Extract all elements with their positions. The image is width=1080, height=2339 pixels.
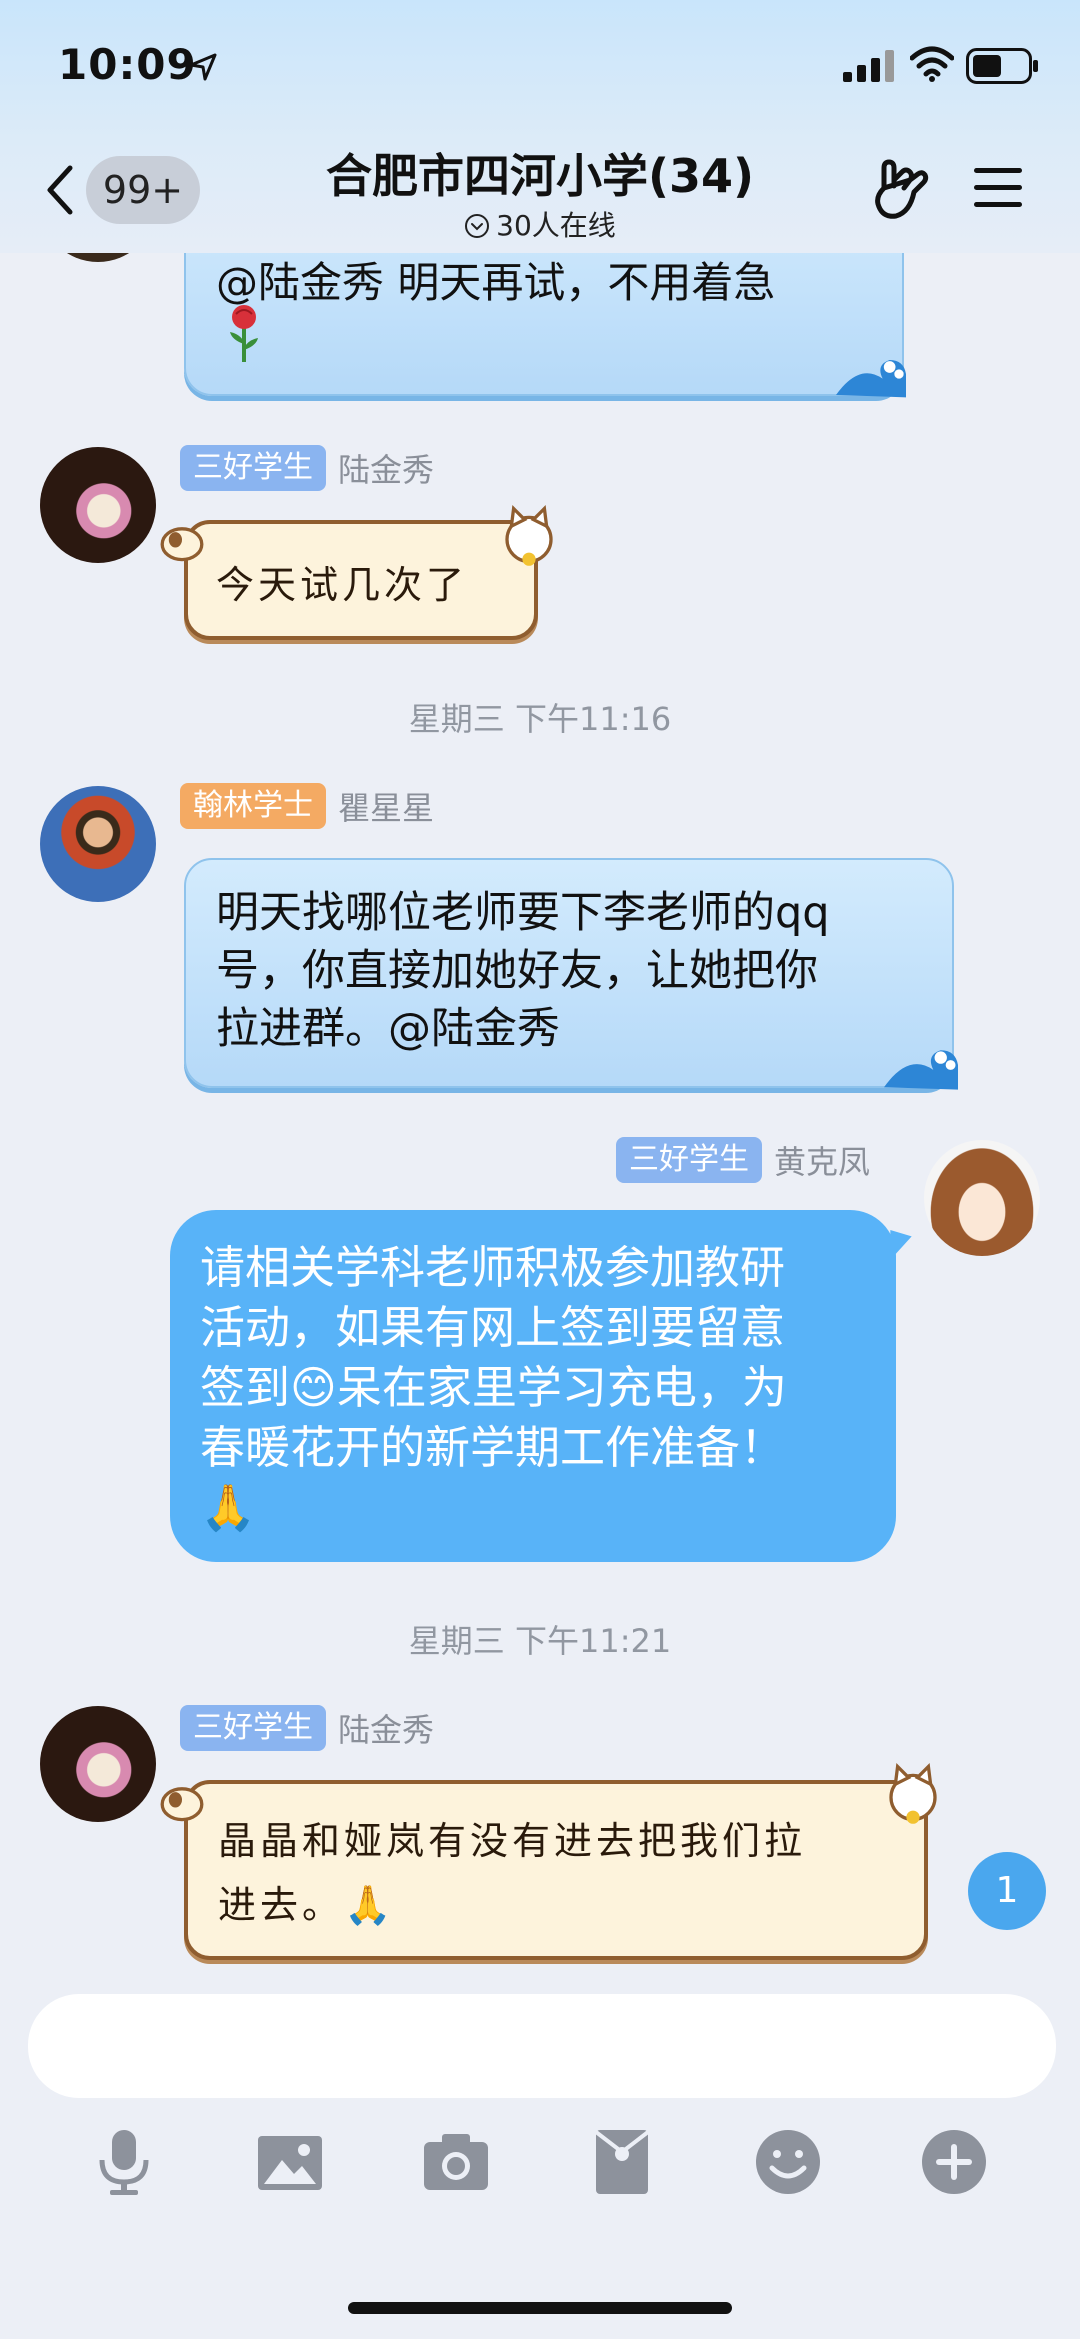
battery-icon — [966, 48, 1038, 84]
red-packet-icon[interactable] — [586, 2126, 658, 2198]
avatar[interactable] — [40, 786, 156, 902]
sender-info: 翰林学士 瞿星星 — [180, 782, 434, 830]
timestamp: 星期三 下午11:21 — [408, 1622, 672, 1660]
sender-info: 三好学生 黄克凤 — [616, 1136, 870, 1184]
emoji-icon[interactable] — [752, 2126, 824, 2198]
message-text-line: 进去。🙏 — [218, 1883, 396, 1927]
message-text-line: 春暖花开的新学期工作准备！ — [200, 1421, 786, 1474]
status-time: 10:09 — [58, 40, 197, 89]
message-text: 今天试几次了 — [216, 563, 469, 607]
rose-icon — [230, 305, 258, 362]
plus-icon[interactable] — [918, 2126, 990, 2198]
bubble-tail — [890, 1230, 912, 1260]
message-text-line: 签到😊呆在家里学习充电，为 — [200, 1361, 787, 1414]
message-bubble[interactable]: 请相关学科老师积极参加教研 活动，如果有网上签到要留意 签到😊呆在家里学习充电，… — [170, 1210, 896, 1562]
paw-decoration — [160, 1787, 204, 1822]
microphone-icon[interactable] — [88, 2126, 160, 2198]
message-text-line: 请相关学科老师积极参加教研 — [200, 1241, 786, 1294]
avatar[interactable] — [40, 447, 156, 563]
sender-name[interactable]: 陆金秀 — [338, 445, 434, 491]
sender-info: 三好学生 陆金秀 — [180, 444, 434, 492]
chevron-down-icon — [465, 214, 490, 238]
message-text-line: 明天找哪位老师要下李老师的qq — [216, 888, 830, 938]
member-tag: 三好学生 — [180, 445, 326, 491]
wave-decoration — [884, 1050, 958, 1090]
message-bubble[interactable]: 明天找哪位老师要下李老师的qq 号，你直接加她好友，让她把你 拉进群。@陆金秀 — [184, 858, 958, 1090]
menu-icon[interactable] — [972, 164, 1024, 212]
top-bar: 10:09 99+ 合肥市四河小学(34) 30人在线 — [0, 0, 1080, 253]
message-input[interactable] — [28, 1994, 1056, 2098]
location-arrow-icon — [189, 53, 217, 81]
camera-icon[interactable] — [420, 2126, 492, 2198]
message-text-line: 晶晶和娅岚有没有进去把我们拉 — [218, 1819, 807, 1863]
sender-name[interactable]: 瞿星星 — [338, 783, 434, 829]
cat-decoration — [505, 505, 553, 566]
new-message-badge[interactable]: 1 — [968, 1852, 1046, 1930]
cat-decoration — [889, 1763, 937, 1824]
image-icon[interactable] — [254, 2126, 326, 2198]
message-text-line: 活动，如果有网上签到要留意 — [200, 1301, 786, 1354]
message-text-line: 拉进群。@陆金秀 — [216, 1004, 560, 1054]
message-text-line: 号，你直接加她好友，让她把你 — [216, 946, 818, 996]
sender-info: 三好学生 陆金秀 — [180, 1704, 434, 1752]
sender-name[interactable]: 陆金秀 — [338, 1705, 434, 1751]
member-tag: 三好学生 — [616, 1137, 762, 1183]
message-text: @陆金秀 明天再试，不用着急 — [216, 258, 776, 307]
avatar[interactable] — [924, 1140, 1040, 1256]
avatar[interactable] — [40, 1706, 156, 1822]
member-tag: 翰林学士 — [180, 783, 326, 829]
paw-decoration — [160, 527, 204, 562]
member-tag: 三好学生 — [180, 1705, 326, 1751]
sender-name[interactable]: 黄克凤 — [774, 1137, 870, 1183]
online-count: 30人在线 — [496, 209, 616, 242]
message-bubble[interactable]: 今天试几次了 — [184, 520, 538, 640]
signal-icon — [843, 50, 894, 82]
message-bubble[interactable]: 晶晶和娅岚有没有进去把我们拉 进去。🙏 — [184, 1780, 928, 1960]
hand-gesture-icon[interactable] — [870, 158, 930, 222]
message-text-line: 🙏 — [200, 1481, 257, 1534]
wave-decoration — [836, 360, 906, 398]
timestamp: 星期三 下午11:16 — [408, 700, 672, 738]
home-indicator[interactable] — [348, 2302, 732, 2314]
wifi-icon — [910, 46, 954, 82]
